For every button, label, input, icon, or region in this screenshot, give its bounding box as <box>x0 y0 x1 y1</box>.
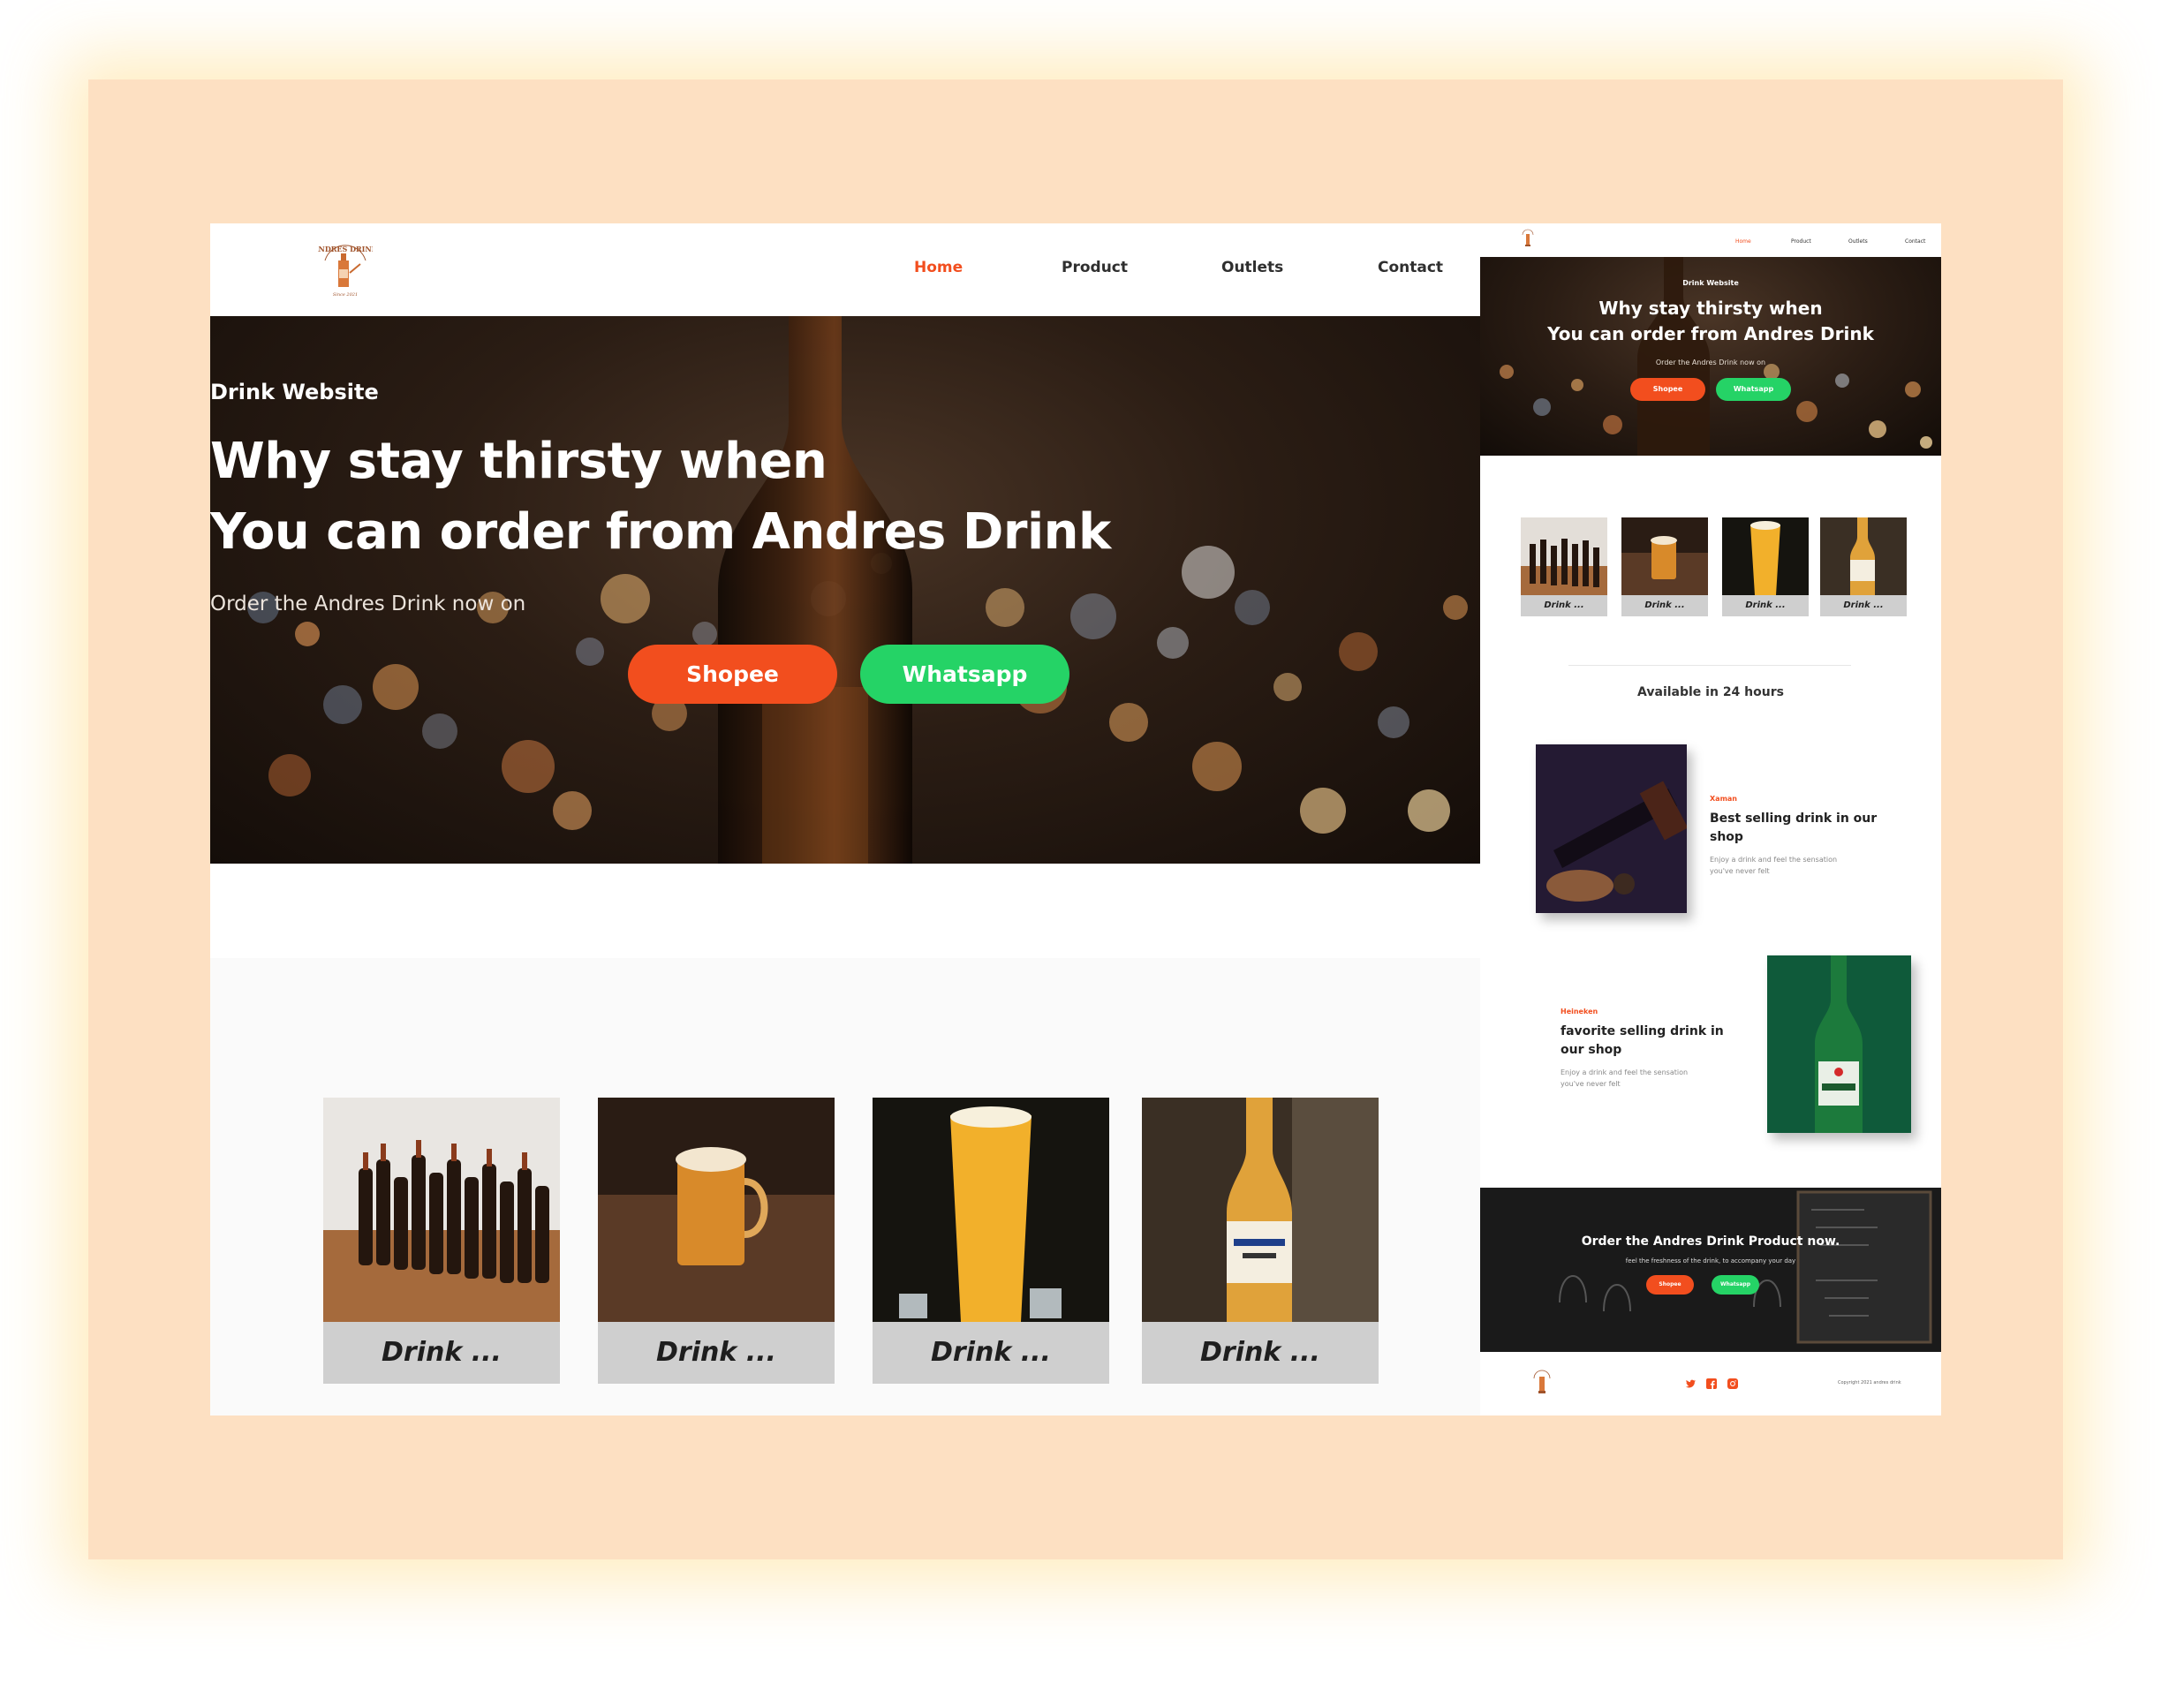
mobile-product-thumb[interactable]: Drink ... <box>1820 517 1907 616</box>
hero-title-line-1: Why stay thirsty when <box>210 433 828 490</box>
nav-contact[interactable]: Contact <box>1378 259 1443 276</box>
section-divider <box>1568 665 1851 666</box>
availability-text: Available in 24 hours <box>1637 685 1784 699</box>
corona-bottle-photo <box>1820 517 1907 595</box>
shopee-button[interactable]: Shopee <box>628 645 837 704</box>
nav-outlets[interactable]: Outlets <box>1221 259 1283 276</box>
mobile-hero-title: Why stay thirsty when You can order from… <box>1480 296 1941 347</box>
nav-home[interactable]: Home <box>914 259 963 276</box>
canvas: ANDRES DRINK Since 2021 Home Product Out… <box>0 0 2184 1691</box>
mobile-product-thumb-label: Drink ... <box>1745 600 1786 610</box>
mobile-nav-contact[interactable]: Contact <box>1905 238 1925 245</box>
mobile-product-thumb-label: Drink ... <box>1843 600 1884 610</box>
beer-mug-photo <box>1621 517 1708 595</box>
twitter-icon[interactable] <box>1685 1378 1696 1389</box>
mobile-hero-subtitle: Drink Website <box>1682 279 1739 287</box>
mobile-nav-home[interactable]: Home <box>1735 238 1751 245</box>
beer-glass-photo <box>873 1098 1109 1322</box>
mobile-nav-product[interactable]: Product <box>1791 238 1811 245</box>
product-card-label: Drink ... <box>382 1337 502 1368</box>
mobile-shopee-button[interactable]: Shopee <box>1630 378 1705 401</box>
hero-subtitle: Drink Website <box>210 380 379 404</box>
cta-shopee-button[interactable]: Shopee <box>1646 1275 1694 1295</box>
mobile-hero-banner: Drink Website Why stay thirsty when You … <box>1480 257 1941 456</box>
product-card[interactable]: Drink ... <box>598 1098 835 1384</box>
mobile-product-thumb[interactable]: Drink ... <box>1621 517 1708 616</box>
beer-bottles-photo <box>323 1098 560 1322</box>
mobile-mockup: Home Product Outlets Contact Drink Websi… <box>1480 223 1941 1415</box>
hero-description: Order the Andres Drink now on <box>210 593 526 615</box>
feature-brand-heineken: Heineken <box>1561 1008 1598 1015</box>
mobile-hero-title-line-2: You can order from Andres Drink <box>1547 323 1874 344</box>
corona-bottle-photo <box>1142 1098 1379 1322</box>
beer-mug-photo <box>598 1098 835 1322</box>
mobile-product-thumb[interactable]: Drink ... <box>1722 517 1809 616</box>
product-card[interactable]: Drink ... <box>873 1098 1109 1384</box>
brand-logo[interactable]: ANDRES DRINK Since 2021 <box>318 238 373 299</box>
brand-logo-small[interactable] <box>1521 229 1535 248</box>
beer-bottles-photo <box>1521 517 1607 595</box>
desktop-navbar: ANDRES DRINK Since 2021 Home Product Out… <box>210 223 1480 316</box>
mobile-hero-title-line-1: Why stay thirsty when <box>1598 298 1823 319</box>
mobile-hero-description: Order the Andres Drink now on <box>1655 359 1766 366</box>
svg-text:Since 2021: Since 2021 <box>333 292 358 298</box>
cta-description: feel the freshness of the drink, to acco… <box>1625 1257 1796 1264</box>
facebook-icon[interactable] <box>1706 1378 1717 1389</box>
hero-banner: Drink Website Why stay thirsty when You … <box>210 316 1480 864</box>
products-section: Drink ... Drink ... Drink ... Drink ... <box>210 958 1480 1415</box>
feature-title-1: Best selling drink in our shop <box>1710 812 1878 844</box>
svg-text:ANDRES DRINK: ANDRES DRINK <box>318 245 373 253</box>
beer-glass-photo <box>1722 517 1809 595</box>
feature-description-2: Enjoy a drink and feel the sensation you… <box>1561 1068 1689 1088</box>
product-card-label: Drink ... <box>931 1337 1051 1368</box>
whatsapp-button[interactable]: Whatsapp <box>860 645 1069 704</box>
mobile-nav-outlets[interactable]: Outlets <box>1848 238 1868 245</box>
mobile-product-thumb[interactable]: Drink ... <box>1521 517 1607 616</box>
footer-logo[interactable] <box>1531 1370 1553 1398</box>
product-card-label: Drink ... <box>656 1337 776 1368</box>
mobile-product-thumb-label: Drink ... <box>1644 600 1685 610</box>
bar-background-photo <box>1480 1188 1941 1352</box>
product-card-label: Drink ... <box>1200 1337 1320 1368</box>
xaman-bottle-photo <box>1536 744 1687 913</box>
instagram-icon[interactable] <box>1727 1378 1738 1389</box>
hero-title: Why stay thirsty when You can order from… <box>210 427 1480 568</box>
feature-description-1: Enjoy a drink and feel the sensation you… <box>1710 856 1838 875</box>
feature-title-2: favorite selling drink in our shop <box>1561 1024 1724 1057</box>
product-card[interactable]: Drink ... <box>1142 1098 1379 1384</box>
nav-product[interactable]: Product <box>1062 259 1128 276</box>
footer-copyright: Copyright 2021 andres drink <box>1838 1380 1901 1385</box>
mobile-footer: Copyright 2021 andres drink <box>1480 1352 1941 1415</box>
heineken-bottle-photo <box>1767 955 1911 1133</box>
mobile-whatsapp-button[interactable]: Whatsapp <box>1716 378 1791 401</box>
cta-title: Order the Andres Drink Product now. <box>1581 1234 1840 1249</box>
cta-whatsapp-button[interactable]: Whatsapp <box>1712 1275 1759 1295</box>
product-card[interactable]: Drink ... <box>323 1098 560 1384</box>
feature-brand-xaman: Xaman <box>1710 795 1737 803</box>
mobile-product-thumb-label: Drink ... <box>1544 600 1584 610</box>
mobile-cta-banner: Order the Andres Drink Product now. feel… <box>1480 1188 1941 1352</box>
desktop-mockup: ANDRES DRINK Since 2021 Home Product Out… <box>210 223 1480 1415</box>
hero-title-line-2: You can order from Andres Drink <box>210 503 1111 561</box>
